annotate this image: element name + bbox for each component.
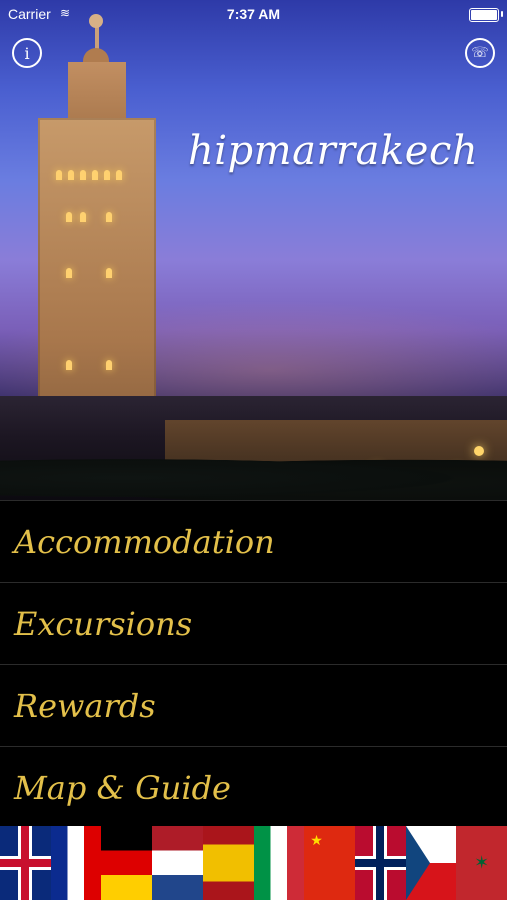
minaret-window: [92, 170, 98, 180]
main-menu: Accommodation Excursions Rewards Map & G…: [0, 500, 507, 829]
menu-item-map-guide[interactable]: Map & Guide: [0, 746, 507, 829]
menu-item-accommodation[interactable]: Accommodation: [0, 500, 507, 582]
foreground-trees: [0, 456, 507, 500]
language-flags: ★ ✶: [0, 826, 507, 900]
battery-icon: [469, 8, 499, 22]
flag-germany[interactable]: [101, 826, 153, 900]
hero-image: Carrier ≋ 7:37 AM i ☏ hipmarrakech: [0, 0, 507, 500]
minaret-window: [66, 268, 72, 278]
minaret-window: [80, 212, 86, 222]
minaret-window: [66, 212, 72, 222]
info-icon: i: [24, 43, 30, 63]
minaret-window: [68, 170, 74, 180]
minaret-window: [106, 360, 112, 370]
flag-uk[interactable]: [0, 826, 51, 900]
flag-spain[interactable]: [202, 826, 254, 900]
minaret-window: [80, 170, 86, 180]
flag-czech[interactable]: [405, 826, 457, 900]
info-button[interactable]: i: [12, 38, 42, 68]
app-screen: Carrier ≋ 7:37 AM i ☏ hipmarrakech Accom…: [0, 0, 507, 900]
menu-item-excursions[interactable]: Excursions: [0, 582, 507, 664]
star-icon: ✶: [474, 852, 490, 873]
status-bar: Carrier ≋ 7:37 AM: [0, 0, 507, 28]
menu-item-rewards[interactable]: Rewards: [0, 664, 507, 746]
flag-morocco[interactable]: ✶: [456, 826, 507, 900]
call-button[interactable]: ☏: [465, 38, 495, 68]
minaret-window: [104, 170, 110, 180]
battery-tip: [501, 11, 503, 17]
status-time: 7:37 AM: [226, 6, 281, 22]
flag-italy[interactable]: [253, 826, 305, 900]
flag-norway[interactable]: [354, 826, 406, 900]
flag-china[interactable]: ★: [304, 826, 355, 900]
street-lamp: [474, 446, 484, 456]
phone-icon: ☏: [471, 45, 489, 61]
minaret-window: [116, 170, 122, 180]
minaret-ornament: [89, 14, 103, 28]
minaret-window: [106, 212, 112, 222]
minaret-window: [106, 268, 112, 278]
flag-netherlands[interactable]: [152, 826, 203, 900]
star-icon: ★: [310, 832, 323, 848]
app-brand-title: hipmarrakech: [188, 128, 479, 174]
minaret-window: [56, 170, 62, 180]
flag-france[interactable]: [50, 826, 102, 900]
minaret-window: [66, 360, 72, 370]
